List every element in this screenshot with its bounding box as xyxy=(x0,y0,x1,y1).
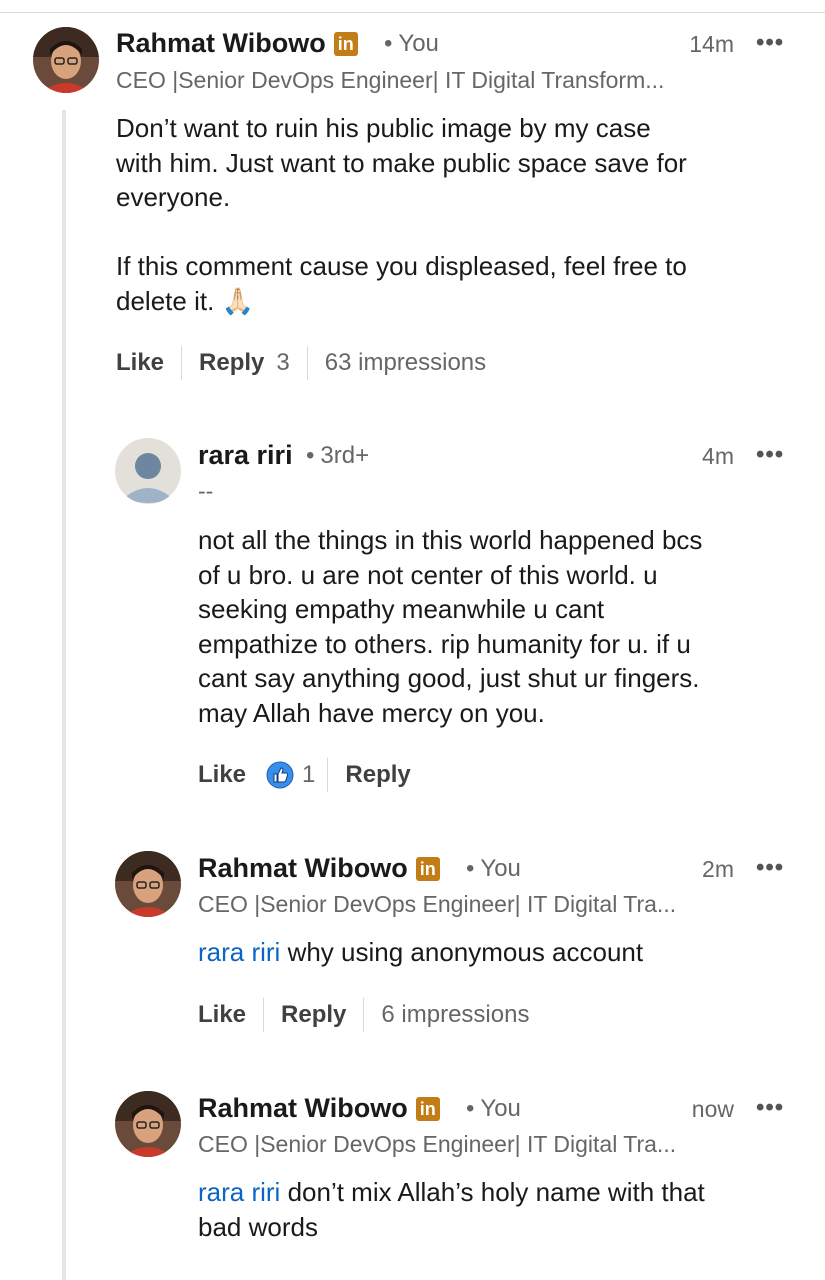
comment-rahmat-3: Rahmat Wibowo in • You now ••• CEO |Senior… xyxy=(0,0,825,1280)
author-name-text[interactable]: Rahmat Wibowo xyxy=(198,1093,408,1123)
separator-dot: • xyxy=(466,1095,475,1122)
avatar[interactable] xyxy=(115,1091,181,1157)
text-line: rara riri don’t mix Allah’s holy name wi… xyxy=(198,1175,808,1210)
author-headline: CEO |Senior DevOps Engineer| IT Digital … xyxy=(198,1131,677,1157)
author-name[interactable]: Rahmat Wibowo in xyxy=(198,1093,440,1124)
profile-photo xyxy=(115,1091,181,1157)
linkedin-icon: in xyxy=(415,1097,440,1121)
timestamp: now xyxy=(691,1096,734,1122)
text-span: don’t mix Allah’s holy name with that xyxy=(280,1177,705,1207)
relation-meta: • You xyxy=(458,1095,521,1123)
relation-label: You xyxy=(480,1095,521,1122)
mention-link[interactable]: rara riri xyxy=(198,1177,280,1207)
text-line: bad words xyxy=(198,1211,318,1242)
more-options-icon[interactable]: ••• xyxy=(756,1094,784,1122)
comment-text: rara riri don’t mix Allah’s holy name wi… xyxy=(198,1175,808,1244)
